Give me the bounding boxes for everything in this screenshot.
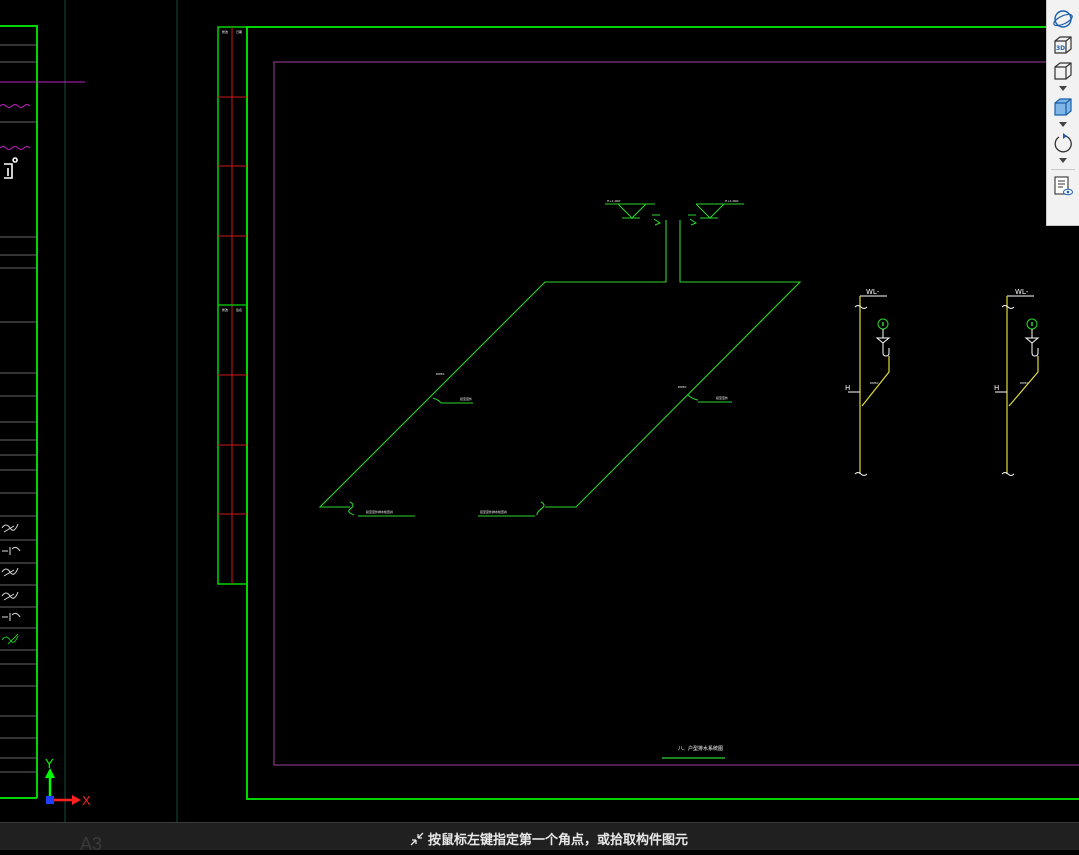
chevron-down-icon (1059, 158, 1067, 163)
riser1-floor-mark: H (845, 384, 850, 392)
level-mark-left: H+1.000 (607, 199, 620, 203)
basin-fixture-left (605, 203, 662, 226)
binding-margin-strip: 修改 日期 修改 签名 (217, 26, 248, 585)
rotate-button[interactable] (1050, 130, 1076, 156)
3d-view-icon: 3D (1054, 36, 1072, 54)
properties-icon (1054, 176, 1073, 196)
view-cube-button[interactable] (1050, 58, 1076, 84)
riser1-pipe-dim: DN50 (870, 381, 878, 385)
axis-x-label: X (82, 793, 91, 808)
floor-drain-note-right: 接至室外排水检查井 (480, 509, 507, 514)
drawing-canvas[interactable]: 修改 日期 修改 签名 H+1.000 H+1.000 接至室外 接至室外 接至… (0, 0, 1079, 822)
chevron-down-icon (1059, 122, 1067, 127)
orbit-icon (1053, 10, 1073, 28)
floor-drain-note-left: 接至室外排水检查井 (366, 509, 393, 514)
shaded-view-dropdown[interactable] (1050, 120, 1076, 130)
select-window-icon (410, 832, 424, 846)
drain-note-right: 接至室外 (716, 395, 728, 400)
view-cube-dropdown[interactable] (1050, 84, 1076, 94)
drain-note-left: 接至室外 (460, 396, 472, 401)
command-prompt-text: 按鼠标左键指定第一个角点，或拾取构件图元 (428, 833, 689, 848)
svg-text:3D: 3D (1056, 45, 1065, 52)
main-sheet-frame (246, 26, 1079, 800)
svg-text:修改: 修改 (222, 29, 228, 34)
command-status-bar: 按鼠标左键指定第一个角点，或拾取构件图元 (0, 822, 1079, 850)
view-navigation-toolbar: 3D (1046, 0, 1079, 226)
svg-text:修改: 修改 (222, 307, 228, 312)
axis-y-label: Y (45, 756, 54, 771)
riser2-floor-mark: H (994, 384, 999, 392)
toolbar-divider (1051, 169, 1075, 170)
basin-fixture-right (688, 203, 744, 226)
svg-text:日期: 日期 (236, 29, 242, 34)
orbit-button[interactable] (1050, 6, 1076, 32)
level-mark-right: H+1.000 (725, 199, 738, 203)
left-sheet-title-block (0, 25, 85, 799)
riser2-pipe-dim: DN50 (1020, 381, 1028, 385)
drainage-pipe-system (318, 220, 802, 517)
properties-button[interactable] (1050, 173, 1076, 199)
ucs-axis-icon: Y X (45, 756, 91, 808)
shaded-cube-icon (1054, 98, 1072, 116)
riser-diagram-2: DN50 (995, 295, 1040, 476)
command-prompt: 按鼠标左键指定第一个角点，或拾取构件图元 (410, 829, 688, 848)
view-cube-icon (1054, 62, 1072, 80)
riser2-label: WL- (1015, 288, 1029, 296)
3d-view-button[interactable]: 3D (1050, 32, 1076, 58)
chevron-down-icon (1059, 86, 1067, 91)
sheet-tab-label[interactable]: A3 (80, 834, 102, 855)
shaded-view-button[interactable] (1050, 94, 1076, 120)
rotate-icon (1054, 133, 1072, 153)
pipe-dim-right: DN50 (678, 385, 686, 389)
riser1-label: WL- (866, 288, 880, 296)
svg-text:签名: 签名 (236, 307, 242, 312)
pipe-dim-left: DN50 (436, 372, 444, 376)
riser-diagram-1: DN50 (848, 295, 891, 476)
diagram-title: 八、户型排水系统图 (678, 745, 723, 752)
rotate-dropdown[interactable] (1050, 156, 1076, 166)
